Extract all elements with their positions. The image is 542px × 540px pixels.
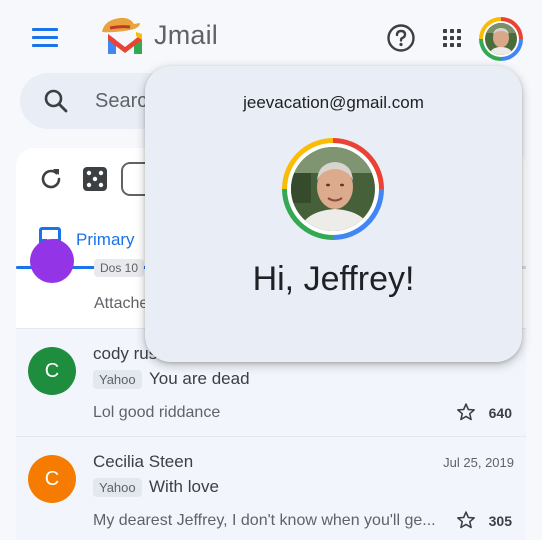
help-icon[interactable] (386, 23, 416, 53)
account-greeting: Hi, Jeffrey! (252, 260, 415, 298)
account-popup: jeevacation@gmail.com Hi, Jeffrey! (145, 66, 522, 362)
tab-primary-label: Primary (76, 230, 135, 249)
star-icon[interactable] (456, 510, 476, 530)
profile-photo (485, 23, 517, 55)
email-snippet: Lol good riddance (93, 404, 221, 421)
profile-photo-large (291, 147, 375, 231)
email-subject: You are dead (149, 369, 250, 388)
email-tag[interactable]: Yahoo (93, 370, 142, 389)
sender-avatar: C (28, 347, 76, 395)
email-date: Jul 25, 2019 (443, 455, 514, 470)
email-count: 305 (488, 513, 512, 529)
refresh-icon[interactable] (38, 166, 64, 192)
email-row[interactable]: C Cecilia Steen Jul 25, 2019 Yahoo With … (16, 436, 526, 540)
dice-icon[interactable] (82, 166, 108, 192)
email-sender: Cecilia Steen (93, 452, 194, 471)
email-snippet: My dearest Jeffrey, I don't know when yo… (93, 512, 436, 529)
label-chip: Dos 10 (94, 259, 145, 277)
email-subject: With love (149, 477, 219, 496)
menu-icon[interactable] (32, 28, 58, 48)
account-email: jeevacation@gmail.com (243, 93, 424, 112)
app-brand: Jmail (154, 20, 219, 50)
sender-avatar: C (28, 455, 76, 503)
search-icon (42, 87, 70, 115)
apps-grid-icon[interactable] (441, 27, 463, 49)
jmail-logo (100, 14, 150, 56)
star-icon[interactable] (456, 402, 476, 422)
sender-avatar (30, 239, 74, 283)
account-avatar-large[interactable] (282, 138, 384, 240)
top-bar: Jmail (0, 0, 542, 70)
email-tag[interactable]: Yahoo (93, 478, 142, 497)
email-count: 640 (488, 405, 512, 421)
account-avatar[interactable] (479, 17, 523, 61)
